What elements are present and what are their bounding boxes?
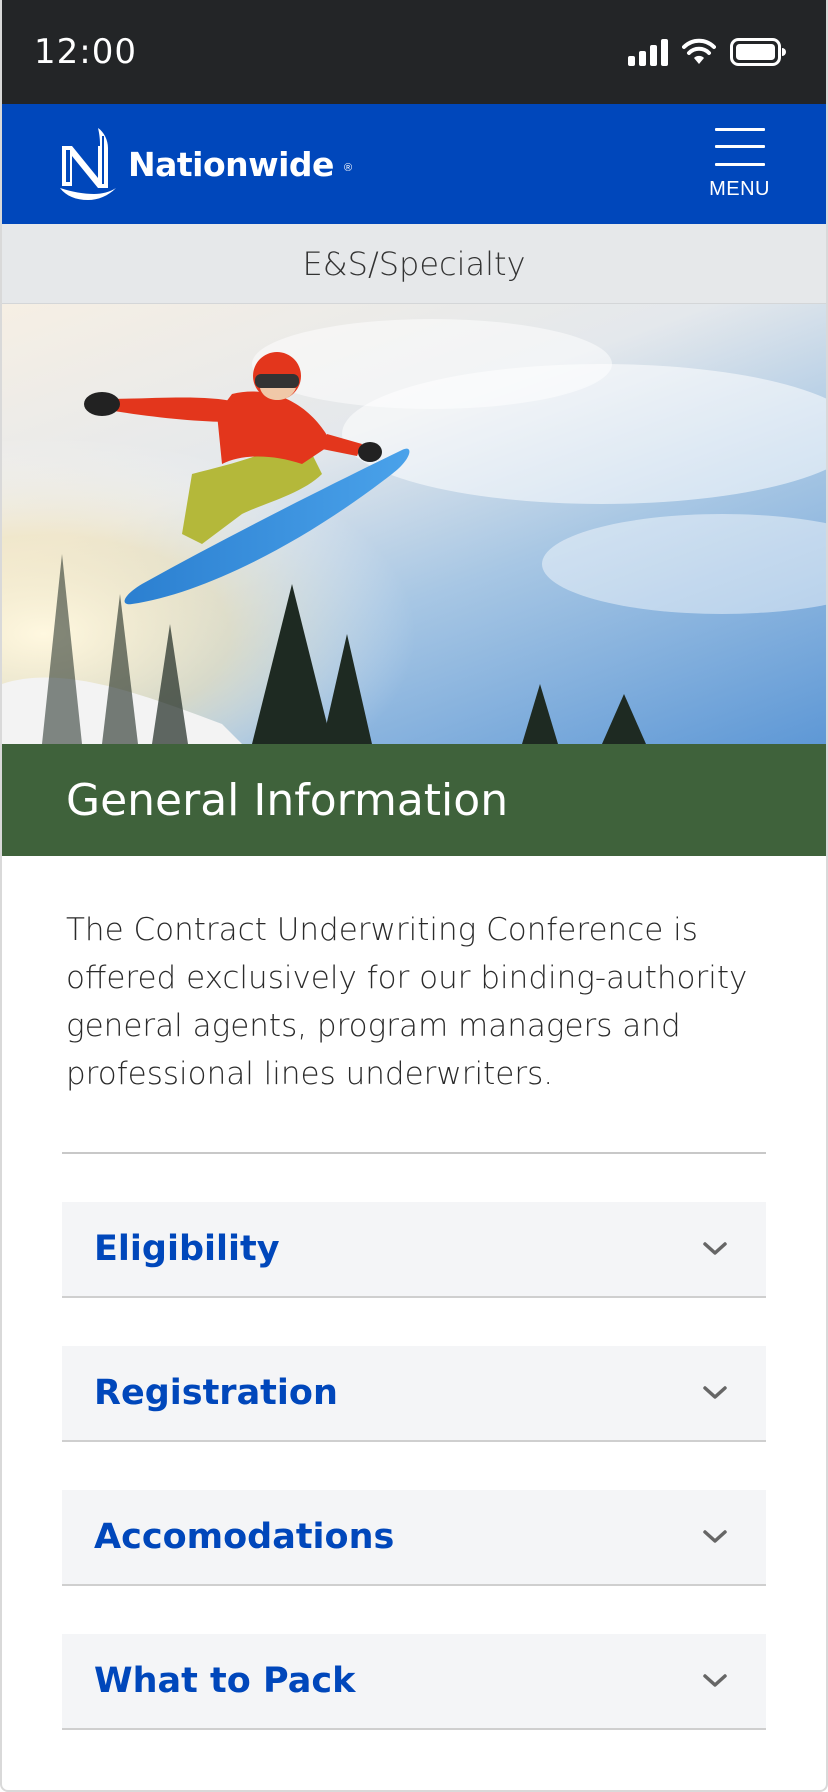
site-header: Nationwide ® MENU bbox=[2, 104, 826, 224]
registered-mark: ® bbox=[343, 162, 353, 174]
accordion-item-what-to-pack[interactable]: What to Pack bbox=[62, 1634, 766, 1730]
hero-image bbox=[2, 304, 826, 744]
accordion: Eligibility Registration Accomodations W… bbox=[2, 1154, 826, 1730]
nationwide-logo[interactable]: Nationwide ® bbox=[58, 126, 352, 202]
chevron-down-icon bbox=[703, 1242, 727, 1255]
accordion-label: What to Pack bbox=[94, 1661, 356, 1701]
accordion-item-accomodations[interactable]: Accomodations bbox=[62, 1490, 766, 1586]
signal-icon bbox=[628, 38, 668, 66]
accordion-label: Accomodations bbox=[94, 1517, 395, 1557]
accordion-item-eligibility[interactable]: Eligibility bbox=[62, 1202, 766, 1298]
subnav-bar: E&S/Specialty bbox=[2, 224, 826, 304]
status-bar: 12:00 bbox=[2, 0, 826, 104]
chevron-down-icon bbox=[703, 1386, 727, 1399]
menu-label: MENU bbox=[709, 177, 770, 200]
intro-section: The Contract Underwriting Conference is … bbox=[2, 856, 826, 1098]
phone-frame: 12:00 Nationwide ® MENU E&S/Specialty Ge… bbox=[0, 0, 828, 1792]
section-heading-band: General Information bbox=[2, 744, 826, 856]
brand-name: Nationwide bbox=[128, 144, 334, 184]
menu-button[interactable]: MENU bbox=[709, 127, 770, 201]
battery-icon bbox=[730, 38, 786, 66]
accordion-label: Eligibility bbox=[94, 1229, 280, 1269]
status-icons bbox=[628, 38, 786, 66]
hamburger-icon bbox=[714, 127, 765, 166]
accordion-label: Registration bbox=[94, 1373, 338, 1413]
status-time: 12:00 bbox=[34, 32, 137, 72]
chevron-down-icon bbox=[703, 1530, 727, 1543]
wifi-icon bbox=[682, 38, 716, 64]
accordion-item-registration[interactable]: Registration bbox=[62, 1346, 766, 1442]
section-title: General Information bbox=[66, 774, 509, 826]
chevron-down-icon bbox=[703, 1674, 727, 1687]
intro-text: The Contract Underwriting Conference is … bbox=[66, 912, 748, 1092]
eagle-n-logo-icon bbox=[60, 128, 116, 200]
subnav-title: E&S/Specialty bbox=[302, 244, 526, 283]
